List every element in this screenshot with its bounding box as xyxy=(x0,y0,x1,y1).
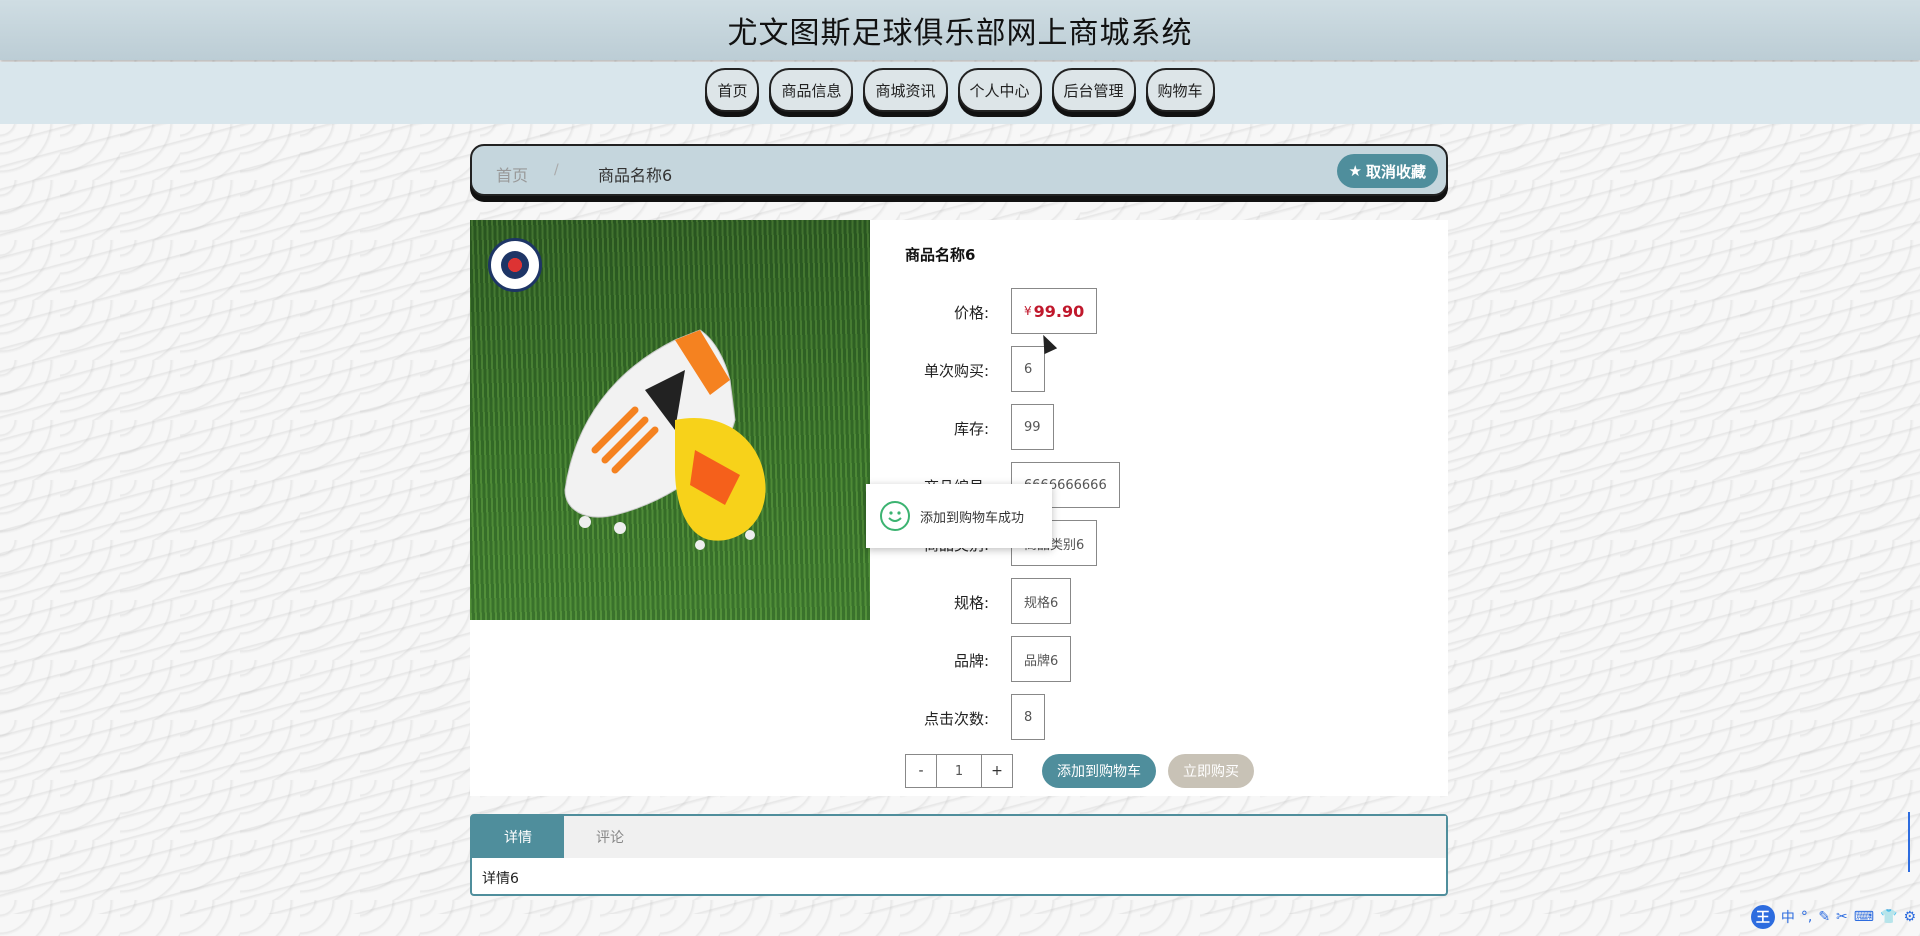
punctuation-icon[interactable]: °, xyxy=(1801,909,1812,925)
site-header: 尤文图斯足球俱乐部网上商城系统 xyxy=(0,0,1920,60)
unfavorite-button[interactable]: ★ 取消收藏 xyxy=(1336,154,1438,188)
stock-value: 99 xyxy=(1011,404,1054,450)
nav-admin[interactable]: 后台管理 xyxy=(1051,68,1136,112)
success-toast: 添加到购物车成功 xyxy=(866,484,1052,548)
site-title: 尤文图斯足球俱乐部网上商城系统 xyxy=(727,16,1193,51)
nav-news[interactable]: 商城资讯 xyxy=(863,68,948,112)
nav-products[interactable]: 商品信息 xyxy=(769,68,854,112)
tab-content: 详情6 xyxy=(482,871,519,887)
nav-home[interactable]: 首页 xyxy=(705,68,760,112)
unfavorite-label: 取消收藏 xyxy=(1365,162,1426,181)
toast-message: 添加到购物车成功 xyxy=(920,510,1025,526)
shirt-icon[interactable]: 👕 xyxy=(1880,909,1897,925)
stock-row: 库存: 99 xyxy=(905,404,1445,450)
scroll-indicator[interactable] xyxy=(1908,812,1918,872)
tab-comments[interactable]: 评论 xyxy=(564,816,656,858)
nav-personal-center[interactable]: 个人中心 xyxy=(957,68,1042,112)
click-count-row: 点击次数: 8 xyxy=(905,694,1445,740)
star-icon: ★ xyxy=(1348,162,1362,180)
detail-tabs: 详情 评论 详情6 xyxy=(470,814,1448,896)
tab-bar: 详情 评论 xyxy=(472,816,1446,858)
breadcrumb-home-link[interactable]: 首页 xyxy=(496,162,528,186)
keyboard-icon[interactable]: ⌨ xyxy=(1854,909,1874,925)
breadcrumb-separator: / xyxy=(554,162,559,178)
quantity-minus-button[interactable]: - xyxy=(905,754,937,788)
single-purchase-value: 6 xyxy=(1011,346,1046,392)
add-to-cart-button[interactable]: 添加到购物车 xyxy=(1042,754,1156,788)
currency-symbol: ¥ xyxy=(1024,304,1032,318)
ime-mode-label[interactable]: 中 xyxy=(1781,907,1795,927)
pen-icon[interactable]: ✎ xyxy=(1818,909,1830,925)
click-count-value: 8 xyxy=(1011,694,1046,740)
brand-value: 品牌6 xyxy=(1011,636,1072,682)
gear-icon[interactable]: ⚙ xyxy=(1903,909,1916,925)
spec-value: 规格6 xyxy=(1011,578,1072,624)
smile-icon xyxy=(880,501,910,531)
tab-details[interactable]: 详情 xyxy=(472,816,564,858)
nav-cart[interactable]: 购物车 xyxy=(1145,68,1215,112)
breadcrumb-current: 商品名称6 xyxy=(598,166,673,185)
spec-row: 规格: 规格6 xyxy=(905,578,1445,624)
buy-now-button[interactable]: 立即购买 xyxy=(1168,754,1254,788)
spec-label: 规格: xyxy=(953,594,989,612)
price-amount: 99.90 xyxy=(1033,301,1085,321)
quantity-plus-button[interactable]: + xyxy=(981,754,1013,788)
price-value: ¥ 99.90 xyxy=(1011,288,1098,334)
club-badge-icon xyxy=(488,238,542,292)
stock-label: 库存: xyxy=(953,420,989,438)
click-count-label: 点击次数: xyxy=(923,710,989,728)
price-label: 价格: xyxy=(953,304,989,322)
price-row: 价格: ¥ 99.90 xyxy=(905,288,1445,334)
ime-toolbar: 王 中 °, ✎ ✂ ⌨ 👕 ⚙ xyxy=(1750,904,1916,930)
quantity-input[interactable]: 1 xyxy=(937,754,981,788)
product-name: 商品名称6 xyxy=(905,246,976,264)
quantity-stepper: - 1 + xyxy=(905,754,1013,788)
brand-row: 品牌: 品牌6 xyxy=(905,636,1445,682)
product-image xyxy=(470,220,870,620)
single-purchase-row: 单次购买: 6 xyxy=(905,346,1445,392)
ime-logo-icon[interactable]: 王 xyxy=(1750,905,1775,929)
scissors-icon[interactable]: ✂ xyxy=(1836,909,1848,925)
breadcrumb: 首页 / 商品名称6 ★ 取消收藏 xyxy=(470,144,1448,196)
single-purchase-label: 单次购买: xyxy=(923,362,989,380)
brand-label: 品牌: xyxy=(953,652,989,670)
soccer-boot-icon xyxy=(564,329,766,550)
main-navbar: 首页 商品信息 商城资讯 个人中心 后台管理 购物车 xyxy=(0,62,1920,124)
